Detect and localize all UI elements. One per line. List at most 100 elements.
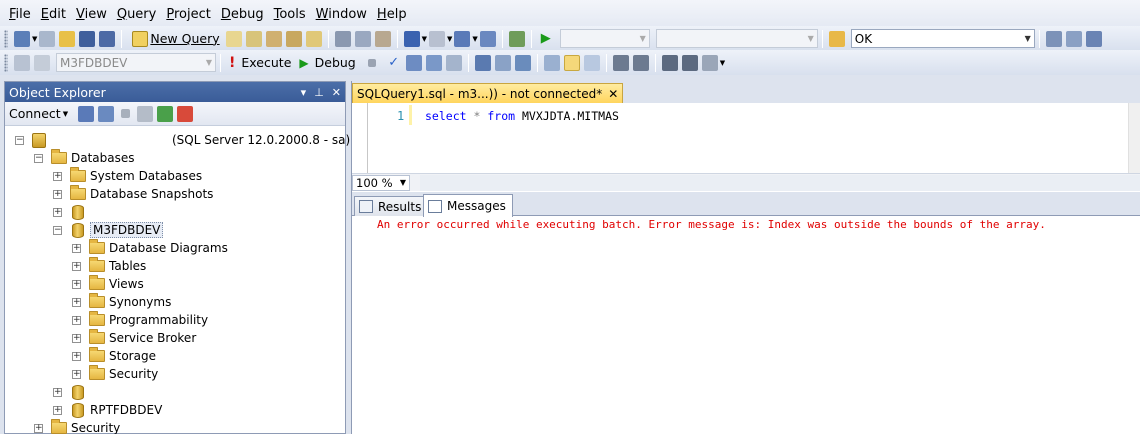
expand-icon[interactable]: +	[53, 189, 62, 199]
connect-icon[interactable]	[14, 54, 30, 71]
start-debugging-icon[interactable]: ▶	[538, 31, 554, 47]
disconnect-icon[interactable]	[98, 105, 115, 122]
expand-icon[interactable]: +	[72, 333, 81, 343]
query-document-tab[interactable]: SQLQuery1.sql - m3...)) - not connected*…	[352, 83, 624, 103]
expand-icon[interactable]: +	[53, 171, 62, 181]
chevron-down-icon[interactable]: ▼	[720, 59, 725, 67]
query-designer-icon[interactable]	[425, 54, 442, 71]
comment-lines-icon[interactable]	[612, 54, 629, 71]
tree-node-database-redacted[interactable]: +	[53, 203, 90, 221]
expand-icon[interactable]: +	[72, 297, 81, 307]
open-file-icon[interactable]	[59, 30, 76, 47]
tree-node-tables[interactable]: + Tables	[72, 257, 146, 275]
save-all-icon[interactable]	[99, 30, 116, 47]
editor-vertical-scrollbar[interactable]	[1128, 103, 1140, 173]
sql-code-editor[interactable]: 1 select * from MVXJDTA.MITMAS	[352, 103, 1140, 173]
results-to-grid-icon[interactable]	[563, 54, 580, 71]
toolbar-grip[interactable]	[4, 29, 8, 48]
analysis-xmla-query-icon[interactable]	[285, 30, 302, 47]
expand-icon[interactable]: +	[53, 405, 62, 415]
activity-monitor-icon[interactable]	[177, 105, 194, 122]
expand-icon[interactable]: +	[72, 261, 81, 271]
connect-button[interactable]: Connect ▼	[9, 106, 72, 121]
object-explorer-icon[interactable]	[1065, 30, 1082, 47]
uncomment-lines-icon[interactable]	[632, 54, 649, 71]
tree-node-databases[interactable]: − Databases	[34, 149, 135, 167]
execute-button[interactable]: ! Execute	[225, 55, 295, 71]
menu-project[interactable]: Project	[161, 7, 216, 22]
collapse-icon[interactable]: −	[15, 135, 24, 145]
include-actual-plan-icon[interactable]	[494, 54, 511, 71]
chevron-down-icon[interactable]: ▼	[447, 35, 452, 43]
find-combo[interactable]: OK ▼	[850, 29, 1035, 48]
menu-file[interactable]: File	[4, 7, 36, 22]
tree-node-programmability[interactable]: + Programmability	[72, 311, 208, 329]
expand-icon[interactable]: +	[72, 351, 81, 361]
close-icon[interactable]: ✕	[332, 86, 341, 99]
refresh-icon[interactable]	[157, 105, 174, 122]
close-icon[interactable]: ✕	[608, 87, 618, 101]
tree-node-synonyms[interactable]: + Synonyms	[72, 293, 171, 311]
tree-node-system-databases[interactable]: + System Databases	[53, 167, 202, 185]
chevron-down-icon[interactable]: ▼	[32, 35, 37, 43]
database-engine-query-icon[interactable]	[225, 30, 242, 47]
cancel-query-icon[interactable]	[367, 58, 376, 67]
intellisense-icon[interactable]	[474, 54, 491, 71]
zoom-combo[interactable]: 100 % ▼	[352, 174, 410, 191]
menu-view[interactable]: View	[71, 7, 112, 22]
stop-icon[interactable]	[121, 109, 131, 118]
find-in-files-icon[interactable]	[828, 30, 845, 47]
toolbar-grip[interactable]	[4, 53, 8, 72]
debug-button[interactable]: ▶ Debug	[295, 55, 359, 70]
panel-dropdown-icon[interactable]: ▾	[301, 86, 307, 99]
filter-icon[interactable]	[137, 105, 154, 122]
pin-icon[interactable]: ⊥	[314, 86, 324, 99]
collapse-icon[interactable]: −	[34, 153, 43, 163]
change-connection-icon[interactable]	[34, 54, 50, 71]
menu-help[interactable]: Help	[372, 7, 412, 22]
display-estimated-plan-icon[interactable]	[405, 54, 422, 71]
expand-icon[interactable]: +	[34, 423, 43, 433]
query-options-icon[interactable]	[445, 54, 462, 71]
expand-icon[interactable]: +	[72, 279, 81, 289]
cut-icon[interactable]	[334, 30, 351, 47]
tree-node-selected-database[interactable]: − M3FDBDEV	[53, 221, 164, 239]
chevron-down-icon[interactable]: ▼	[472, 35, 477, 43]
add-item-icon[interactable]	[39, 30, 56, 47]
navigate-forward-icon[interactable]	[479, 30, 496, 47]
undo-icon[interactable]	[403, 30, 420, 47]
expand-icon[interactable]: +	[72, 369, 81, 379]
menu-window[interactable]: Window	[311, 7, 372, 22]
analysis-dmx-query-icon[interactable]	[265, 30, 282, 47]
tree-node-service-broker[interactable]: + Service Broker	[72, 329, 196, 347]
tree-node-server-security[interactable]: + Security	[34, 419, 120, 434]
sql-compact-query-icon[interactable]	[305, 30, 322, 47]
tab-messages[interactable]: Messages	[423, 194, 513, 217]
specify-template-values-icon[interactable]	[701, 54, 718, 71]
solution-configuration-combo[interactable]: ▼	[559, 29, 650, 48]
activity-monitor-icon[interactable]	[508, 30, 525, 47]
redo-icon[interactable]	[429, 30, 446, 47]
code-line-1[interactable]: select * from MVXJDTA.MITMAS	[425, 109, 619, 123]
copy-icon[interactable]	[354, 30, 371, 47]
expand-icon[interactable]: +	[53, 387, 62, 397]
tree-node-database-snapshots[interactable]: + Database Snapshots	[53, 185, 213, 203]
solution-platform-combo[interactable]: ▼	[655, 29, 818, 48]
editor-horizontal-scrollbar[interactable]	[420, 174, 1140, 191]
tree-node-database-diagrams[interactable]: + Database Diagrams	[72, 239, 228, 257]
new-query-button[interactable]: New Query	[126, 30, 223, 47]
tree-node-db-security[interactable]: + Security	[72, 365, 158, 383]
menu-edit[interactable]: Edit	[36, 7, 71, 22]
new-project-icon[interactable]	[14, 30, 30, 47]
decrease-indent-icon[interactable]	[661, 54, 678, 71]
collapse-icon[interactable]: −	[53, 225, 62, 235]
connect-server-icon[interactable]	[78, 105, 95, 122]
tree-node-server[interactable]: − (SQL Server 12.0.2000.8 - sa)	[15, 131, 350, 149]
results-to-file-icon[interactable]	[583, 54, 600, 71]
tree-node-database-redacted-2[interactable]: +	[53, 383, 90, 401]
registered-servers-icon[interactable]	[1045, 30, 1062, 47]
save-icon[interactable]	[79, 30, 96, 47]
analysis-mdx-query-icon[interactable]	[245, 30, 262, 47]
menu-debug[interactable]: Debug	[216, 7, 269, 22]
include-client-stats-icon[interactable]	[514, 54, 531, 71]
